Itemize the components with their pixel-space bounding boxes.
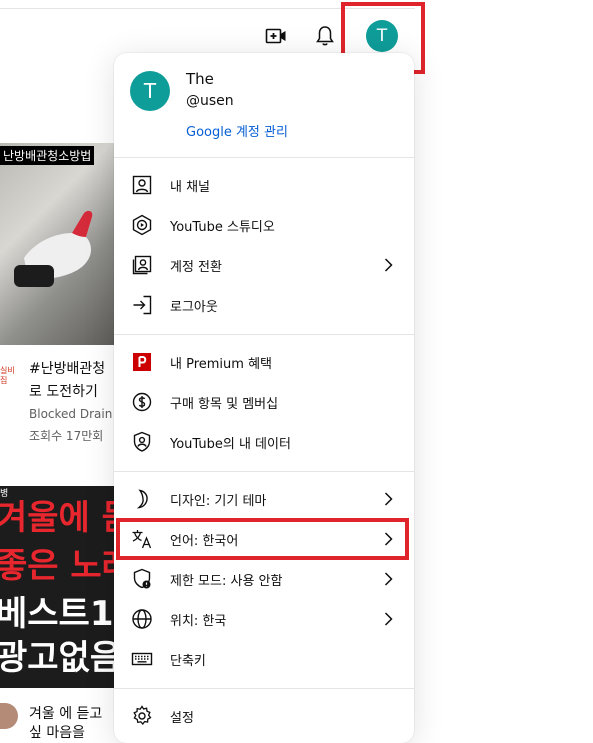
video-thumbnail[interactable] xyxy=(0,143,114,345)
thumbnail-title: 난방배관청소방법 xyxy=(0,146,95,165)
chevron-right-icon xyxy=(384,492,393,506)
menu-item-switch-account[interactable]: 계정 전환 xyxy=(114,245,414,285)
video-title-2-line1[interactable]: 겨울 에 듣고 xyxy=(29,703,114,723)
menu-item-label: YouTube 스튜디오 xyxy=(170,219,275,235)
menu-item-studio[interactable]: YouTube 스튜디오 xyxy=(114,205,414,245)
menu-item-purchases[interactable]: 구매 항목 및 멤버십 xyxy=(114,382,414,422)
sign-out-icon xyxy=(133,295,152,315)
account-menu: T The @usen Google 계정 관리 내 채널 YouTube 스튜… xyxy=(114,53,414,743)
menu-item-your-data[interactable]: YouTube의 내 데이터 xyxy=(114,422,414,462)
menu-item-settings[interactable]: 설정 xyxy=(114,696,414,736)
chevron-right-icon xyxy=(384,572,393,586)
menu-item-label: 구매 항목 및 멤버십 xyxy=(170,396,279,412)
menu-item-label: 내 채널 xyxy=(170,179,211,195)
video-title-line2[interactable]: 로 도전하기 xyxy=(29,381,114,401)
menu-divider xyxy=(114,334,414,335)
account-avatar: T xyxy=(130,71,170,111)
chevron-right-icon xyxy=(384,258,393,272)
menu-item-keyboard-shortcuts[interactable]: 단축키 xyxy=(114,639,414,679)
account-avatar-letter: T xyxy=(143,79,157,103)
menu-item-label: 위치: 한국 xyxy=(170,613,227,629)
thumbnail-line-4: 광고없음 xyxy=(0,638,114,678)
premium-p-icon xyxy=(133,353,151,371)
menu-divider xyxy=(114,688,414,689)
menu-item-appearance[interactable]: 디자인: 기기 테마 xyxy=(114,479,414,519)
dollar-circle-icon xyxy=(132,392,152,412)
menu-divider xyxy=(114,157,414,158)
menu-divider xyxy=(114,471,414,472)
menu-item-label: 로그아웃 xyxy=(170,299,218,315)
menu-item-label: 설정 xyxy=(170,710,194,726)
thumbnail-image xyxy=(14,210,93,287)
menu-item-label: 내 Premium 혜택 xyxy=(170,356,272,372)
video-title-2-line2[interactable]: 싶 마음을 xyxy=(29,722,114,742)
menu-item-label: 제한 모드: 사용 안함 xyxy=(170,573,283,589)
switch-account-icon xyxy=(132,255,152,275)
bell-icon xyxy=(316,26,334,46)
menu-item-label: YouTube의 내 데이터 xyxy=(170,436,291,452)
thumbnail-line-1: 겨울에 듣 xyxy=(0,498,114,538)
video-thumbnail-2[interactable]: 병 겨울에 듣 좋은 노래 베스트10 광고없음 xyxy=(0,486,114,688)
video-channel-name[interactable]: Blocked Drain xyxy=(29,407,114,421)
person-box-icon xyxy=(132,175,152,195)
account-name: The xyxy=(186,70,214,88)
video-plus-icon xyxy=(265,28,286,44)
restricted-shield-icon xyxy=(133,568,151,589)
highlight-box-language xyxy=(116,518,409,560)
thumbnail-line-3: 베스트10 xyxy=(0,594,114,634)
chevron-right-icon xyxy=(384,612,393,626)
settings-gear-icon xyxy=(133,705,152,726)
notifications-button[interactable] xyxy=(313,24,337,48)
menu-item-sign-out[interactable]: 로그아웃 xyxy=(114,285,414,325)
video-title-line1[interactable]: #난방배관청 xyxy=(29,358,114,378)
keyboard-icon xyxy=(131,652,153,666)
manage-google-account-link[interactable]: Google 계정 관리 xyxy=(186,121,288,140)
thumbnail-line-2: 좋은 노래 xyxy=(0,546,114,586)
video-view-count: 조회수 17만회 xyxy=(29,429,104,443)
menu-item-my-channel[interactable]: 내 채널 xyxy=(114,165,414,205)
menu-item-label: 디자인: 기기 테마 xyxy=(170,493,267,509)
menu-item-premium-benefits[interactable]: 내 Premium 혜택 xyxy=(114,342,414,382)
create-video-button[interactable] xyxy=(264,24,288,48)
menu-item-location[interactable]: 위치: 한국 xyxy=(114,599,414,639)
studio-hexagon-icon xyxy=(132,214,152,236)
menu-item-label: 단축키 xyxy=(170,653,206,669)
globe-icon xyxy=(132,609,152,629)
account-handle: @usen xyxy=(186,93,234,109)
channel-logo[interactable]: 실비 집 xyxy=(0,366,16,388)
moon-icon xyxy=(136,489,148,509)
menu-item-restricted-mode[interactable]: 제한 모드: 사용 안함 xyxy=(114,559,414,599)
menu-item-label: 계정 전환 xyxy=(170,259,222,275)
shield-person-icon xyxy=(133,431,151,452)
channel-avatar[interactable] xyxy=(0,703,18,729)
